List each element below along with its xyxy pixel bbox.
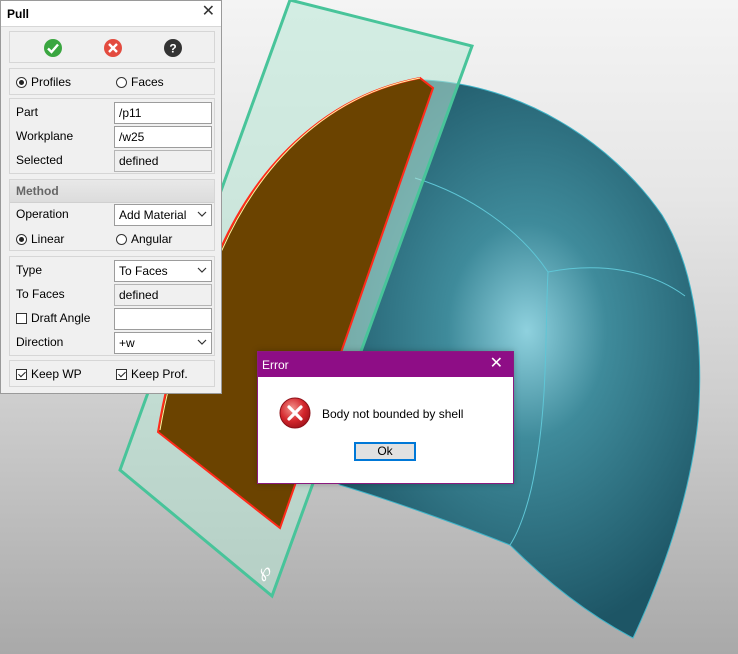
- workplane-input[interactable]: /w25: [114, 126, 212, 148]
- method-title: Method: [16, 184, 59, 198]
- selected-label: Selected: [16, 153, 63, 167]
- checkbox-indicator: [116, 369, 127, 381]
- checkbox-indicator: [16, 369, 27, 381]
- part-row: Part /p11: [10, 101, 214, 125]
- panel-title: Pull: [7, 7, 30, 21]
- selection-group: Part /p11 Workplane /w25 Selected define…: [9, 98, 215, 174]
- linear-label: Linear: [31, 232, 65, 246]
- direction-row: Direction +w: [10, 331, 214, 355]
- checkbox-indicator: [16, 313, 27, 325]
- profiles-label: Profiles: [31, 75, 72, 89]
- linear-radio[interactable]: Linear: [16, 232, 64, 246]
- operation-select[interactable]: Add Material: [114, 204, 212, 226]
- operation-label: Operation: [16, 207, 69, 221]
- to-faces-label: To Faces: [16, 287, 65, 301]
- direction-value: +w: [119, 336, 135, 350]
- type-row: Type To Faces: [10, 259, 214, 283]
- chevron-down-icon: [197, 267, 207, 273]
- profiles-radio[interactable]: Profiles: [16, 75, 71, 89]
- angular-label: Angular: [131, 232, 173, 246]
- operation-value: Add Material: [119, 208, 187, 222]
- chevron-down-icon: [197, 339, 207, 345]
- method-header: Method: [10, 180, 214, 203]
- operation-row: Operation Add Material: [10, 203, 214, 227]
- radio-indicator: [116, 77, 127, 89]
- panel-title-bar: Pull ✕: [1, 1, 221, 27]
- radio-indicator: [16, 77, 27, 89]
- dialog-title-bar[interactable]: Error ✕: [258, 352, 513, 377]
- ok-icon[interactable]: [43, 38, 63, 58]
- draft-angle-checkbox[interactable]: Draft Angle: [16, 311, 90, 325]
- keep-wp-label: Keep WP: [31, 367, 82, 381]
- method-group: Method Operation Add Material Linear Ang…: [9, 179, 215, 251]
- keep-prof-label: Keep Prof.: [131, 367, 188, 381]
- part-label: Part: [16, 105, 39, 119]
- pull-panel: Pull ✕ ? Profiles Faces Part /p11 Workpl…: [0, 0, 222, 394]
- direction-select[interactable]: +w: [114, 332, 212, 354]
- faces-radio[interactable]: Faces: [116, 75, 164, 89]
- error-icon: [279, 397, 311, 429]
- to-faces-row: To Faces defined: [10, 283, 214, 307]
- keep-prof-checkbox[interactable]: Keep Prof.: [116, 367, 188, 381]
- draft-angle-row: Draft Angle: [10, 307, 214, 331]
- extent-group: Type To Faces To Faces defined Draft Ang…: [9, 256, 215, 356]
- angular-radio[interactable]: Angular: [116, 232, 172, 246]
- faces-label: Faces: [131, 75, 164, 89]
- keep-group: Keep WP Keep Prof.: [9, 360, 215, 387]
- direction-label: Direction: [16, 335, 64, 349]
- selected-field: defined: [114, 150, 212, 172]
- radio-indicator: [16, 234, 27, 246]
- type-label: Type: [16, 263, 43, 277]
- type-select[interactable]: To Faces: [114, 260, 212, 282]
- selected-row: Selected defined: [10, 149, 214, 173]
- draft-angle-input[interactable]: [114, 308, 212, 330]
- error-dialog: Error ✕ Body not bounded by shell Ok: [257, 351, 514, 484]
- radio-indicator: [116, 234, 127, 246]
- part-input[interactable]: /p11: [114, 102, 212, 124]
- workplane-row: Workplane /w25: [10, 125, 214, 149]
- close-icon[interactable]: ✕: [490, 356, 503, 372]
- help-icon[interactable]: ?: [163, 38, 183, 58]
- to-faces-field: defined: [114, 284, 212, 306]
- svg-text:?: ?: [169, 42, 176, 56]
- chevron-down-icon: [197, 211, 207, 217]
- mode-group: Profiles Faces: [9, 68, 215, 95]
- direction-mode-row: Linear Angular: [10, 227, 214, 251]
- error-message: Body not bounded by shell: [322, 407, 464, 421]
- ok-button[interactable]: Ok: [354, 442, 416, 461]
- workplane-label: Workplane: [16, 129, 74, 143]
- dialog-body: Body not bounded by shell Ok: [258, 377, 513, 483]
- action-bar: ?: [9, 31, 215, 63]
- draft-angle-label: Draft Angle: [31, 311, 91, 325]
- dialog-title: Error: [262, 358, 289, 372]
- type-value: To Faces: [119, 264, 168, 278]
- close-icon[interactable]: ✕: [202, 4, 215, 20]
- keep-wp-checkbox[interactable]: Keep WP: [16, 367, 82, 381]
- cancel-icon[interactable]: [103, 38, 123, 58]
